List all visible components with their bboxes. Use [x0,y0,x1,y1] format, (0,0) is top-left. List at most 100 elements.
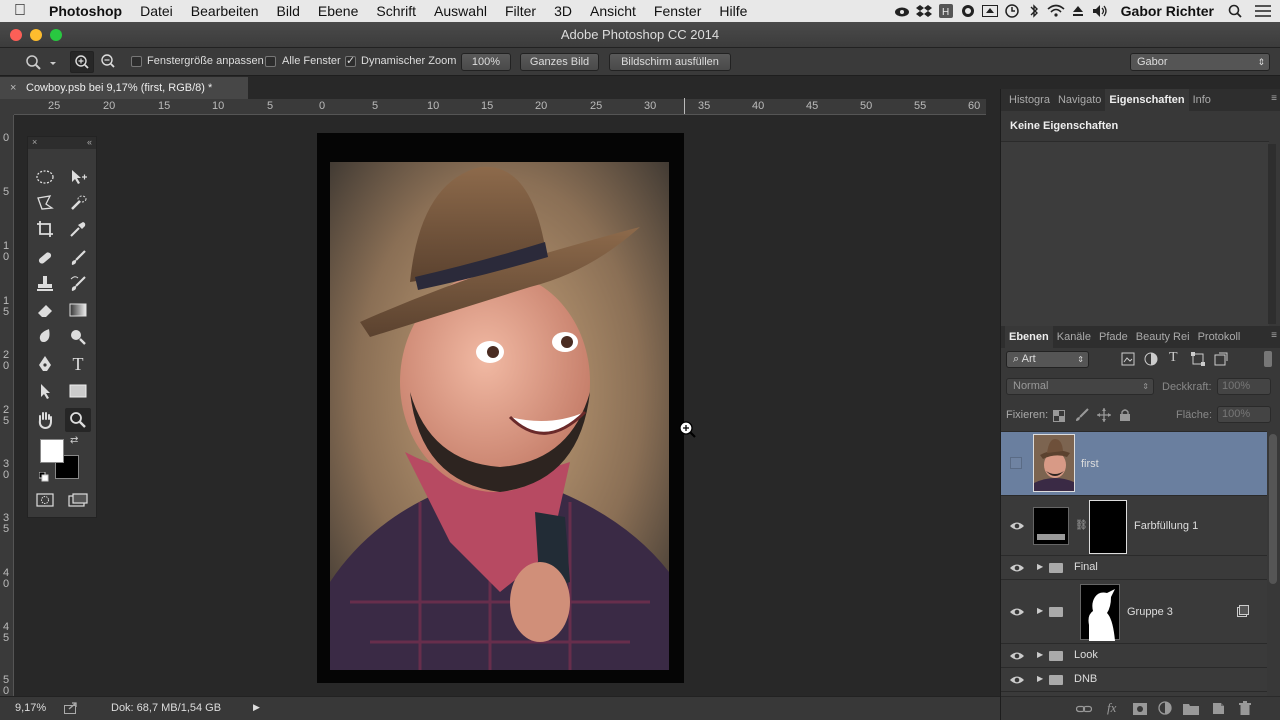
tab-beauty-retouch[interactable]: Beauty Rei [1132,326,1194,348]
volume-icon[interactable] [1089,0,1111,22]
brush-tool-icon[interactable] [65,246,91,270]
layer-name[interactable]: first [1081,458,1099,470]
type-tool-icon[interactable]: T [65,352,91,376]
close-tab-icon[interactable]: × [10,77,16,99]
menu-hilfe[interactable]: Hilfe [710,0,756,22]
link-icon[interactable]: ⛓ [1075,520,1088,531]
menu-app[interactable]: Photoshop [40,0,131,22]
eraser-tool-icon[interactable] [32,298,58,322]
layer-name[interactable]: Final [1074,561,1098,573]
eye-icon[interactable] [1009,650,1025,662]
layer-name[interactable]: DNB [1074,673,1097,685]
menu-bild[interactable]: Bild [268,0,309,22]
eject-icon[interactable] [1067,0,1089,22]
group-mask-thumbnail[interactable] [1080,584,1120,641]
cowboy-photo[interactable] [330,162,669,670]
layers-scrollbar[interactable] [1269,434,1277,584]
rectangle-tool-icon[interactable] [65,379,91,403]
layer-row[interactable]: ▶ DNB [1001,668,1267,692]
new-layer-icon[interactable] [1211,701,1225,720]
horizontal-ruler[interactable]: 25 20 15 10 5 0 5 10 15 20 25 30 35 40 4… [14,98,986,115]
apple-menu-icon[interactable]:  [0,2,40,20]
expand-triangle-icon[interactable]: ▶ [1037,606,1043,615]
fit-screen-button[interactable]: Ganzes Bild [520,53,599,71]
layer-filter-select[interactable]: ⌕ Art ⇕ [1006,351,1089,368]
new-adjustment-icon[interactable] [1158,701,1172,720]
crop-tool-icon[interactable] [32,217,58,241]
notification-center-icon[interactable] [1246,0,1280,22]
ruler-origin[interactable] [0,99,14,115]
filter-adjustment-icon[interactable] [1144,352,1158,371]
layer-row[interactable]: ⛓ Farbfüllung 1 [1001,496,1267,556]
tab-layers[interactable]: Ebenen [1005,326,1053,348]
layer-name[interactable]: Look [1074,649,1098,661]
panel-menu-icon[interactable]: ≡ [1271,93,1277,104]
zoom-in-icon[interactable] [70,51,94,73]
lock-position-icon[interactable] [1097,408,1111,427]
fill-input[interactable]: 100% [1217,406,1271,423]
skype-icon[interactable]: H [935,0,957,22]
quick-mask-icon[interactable] [32,488,58,512]
menu-3d[interactable]: 3D [545,0,581,22]
eye-icon[interactable] [1009,562,1025,574]
tab-info[interactable]: Info [1189,89,1215,111]
close-panel-icon[interactable]: × [32,137,37,147]
tab-paths[interactable]: Pfade [1095,326,1132,348]
bluetooth-icon[interactable] [1023,0,1045,22]
quick-selection-icon[interactable] [65,191,91,215]
layer-row[interactable]: ▶ Final [1001,556,1267,580]
tab-history[interactable]: Protokoll [1194,326,1245,348]
vertical-ruler[interactable]: 0 5 1 0 1 5 2 0 2 5 3 0 3 5 4 0 4 5 5 0 [0,115,14,697]
panel-menu-icon[interactable]: ≡ [1271,330,1277,341]
filter-smart-object-icon[interactable] [1214,352,1228,371]
swap-colors-icon[interactable]: ⇄ [70,435,78,446]
tab-navigator[interactable]: Navigato [1054,89,1105,111]
time-machine-icon[interactable] [1001,0,1023,22]
menu-datei[interactable]: Datei [131,0,182,22]
zoom-out-icon[interactable] [97,51,121,73]
opacity-input[interactable]: 100% [1217,378,1271,395]
history-brush-icon[interactable] [65,272,91,296]
lock-transparent-icon[interactable] [1053,409,1065,427]
filter-type-icon[interactable]: T [1169,350,1178,366]
lock-all-icon[interactable] [1119,408,1131,427]
filter-toggle[interactable] [1264,351,1272,367]
zoom-tool-preset-icon[interactable] [24,53,56,74]
all-windows-checkbox[interactable] [265,56,276,67]
document-tab[interactable]: × Cowboy.psb bei 9,17% (first, RGB/8) * [0,77,248,99]
visibility-toggle[interactable] [1010,457,1022,469]
clone-stamp-icon[interactable] [32,272,58,296]
creative-cloud-icon[interactable] [891,0,913,22]
menu-fenster[interactable]: Fenster [645,0,710,22]
lock-pixels-icon[interactable] [1075,408,1089,427]
zoom-100-button[interactable]: 100% [461,53,511,71]
menu-ebene[interactable]: Ebene [309,0,367,22]
dynamic-zoom-checkbox[interactable] [345,54,356,67]
fit-window-checkbox[interactable] [131,56,142,67]
foreground-color-swatch[interactable] [40,439,64,463]
status-menu-arrow-icon[interactable]: ▶ [253,702,260,713]
layer-mask-thumbnail[interactable] [1089,500,1127,554]
zoom-tool-icon[interactable] [65,408,91,432]
layer-name[interactable]: Gruppe 3 [1127,606,1173,618]
screen-capture-icon[interactable] [979,0,1001,22]
zoom-level[interactable]: 9,17% [15,702,46,714]
pen-tool-icon[interactable] [32,352,58,376]
tab-channels[interactable]: Kanäle [1053,326,1095,348]
menu-ansicht[interactable]: Ansicht [581,0,645,22]
menu-auswahl[interactable]: Auswahl [425,0,496,22]
screen-mode-icon[interactable] [65,488,91,512]
new-group-icon[interactable] [1183,702,1199,720]
user-name[interactable]: Gabor Richter [1111,3,1224,19]
lasso-tool-icon[interactable] [32,191,58,215]
move-tool-icon[interactable] [65,165,91,189]
tab-histogram[interactable]: Histogra [1005,89,1054,111]
dropbox-icon[interactable] [913,0,935,22]
export-icon[interactable] [64,702,78,717]
layer-style-fx-icon[interactable]: fx [1107,700,1116,716]
blend-mode-select[interactable]: Normal ⇕ [1006,378,1154,395]
wifi-icon[interactable] [1045,0,1067,22]
default-colors-icon[interactable] [38,469,49,487]
eye-icon[interactable] [1009,674,1025,686]
expand-triangle-icon[interactable]: ▶ [1037,562,1043,571]
